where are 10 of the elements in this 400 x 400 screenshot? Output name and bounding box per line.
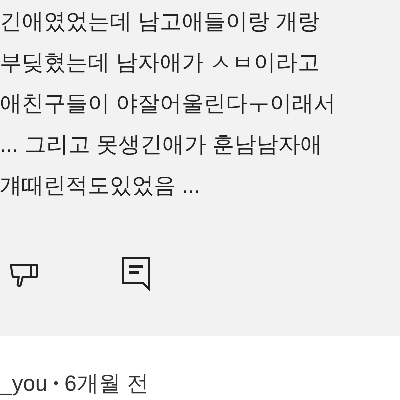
- comment-time: 6개월 전: [64, 370, 149, 398]
- comment-text-line: 부딪혔는데 남자애가 ㅅㅂ이라고: [0, 49, 322, 77]
- comment-text-line: ... 그리고 못생긴애가 훈남남자애: [0, 131, 324, 159]
- comment-icon: [121, 256, 151, 292]
- comment-text-line: 긴애였었는데 남고애들이랑 개랑: [0, 8, 322, 36]
- reply-button[interactable]: [120, 256, 152, 292]
- comment-text-line: 애친구들이 야잘어울린다ㅜ이래서: [0, 90, 338, 118]
- comment-author[interactable]: _you: [0, 367, 48, 400]
- comment-text-line: 걔때린적도있었음 ...: [0, 172, 202, 200]
- separator-dot: •: [54, 374, 59, 393]
